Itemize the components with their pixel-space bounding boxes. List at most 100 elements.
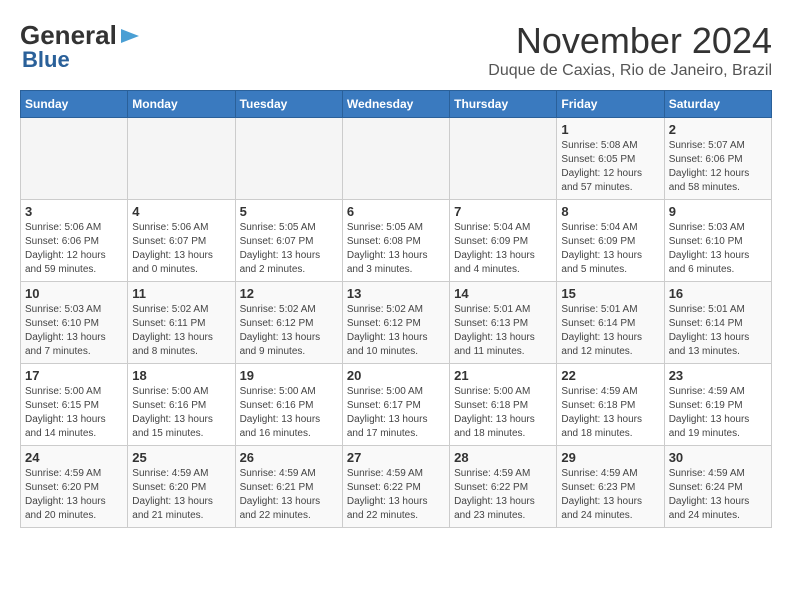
header-wednesday: Wednesday bbox=[342, 91, 449, 118]
day-info: Sunrise: 5:04 AM Sunset: 6:09 PM Dayligh… bbox=[454, 221, 552, 277]
day-info: Sunrise: 5:02 AM Sunset: 6:12 PM Dayligh… bbox=[240, 303, 338, 359]
day-number: 4 bbox=[132, 204, 230, 219]
day-number: 21 bbox=[454, 368, 552, 383]
table-row: 30 Sunrise: 4:59 AM Sunset: 6:24 PM Dayli… bbox=[664, 446, 771, 528]
logo-arrow-icon bbox=[119, 25, 141, 47]
day-number: 23 bbox=[669, 368, 767, 383]
title-section: November 2024 Duque de Caxias, Rio de Ja… bbox=[488, 20, 772, 80]
week-row: 1 Sunrise: 5:08 AM Sunset: 6:05 PM Daylig… bbox=[21, 118, 772, 200]
table-row: 21 Sunrise: 5:00 AM Sunset: 6:18 PM Dayli… bbox=[450, 364, 557, 446]
day-number: 10 bbox=[25, 286, 123, 301]
calendar-header: SundayMondayTuesdayWednesdayThursdayFrid… bbox=[21, 91, 772, 118]
day-info: Sunrise: 5:03 AM Sunset: 6:10 PM Dayligh… bbox=[669, 221, 767, 277]
day-number: 30 bbox=[669, 450, 767, 465]
logo: General Blue bbox=[20, 20, 141, 73]
table-row: 5 Sunrise: 5:05 AM Sunset: 6:07 PM Daylig… bbox=[235, 200, 342, 282]
day-number: 14 bbox=[454, 286, 552, 301]
header-sunday: Sunday bbox=[21, 91, 128, 118]
table-row: 11 Sunrise: 5:02 AM Sunset: 6:11 PM Dayli… bbox=[128, 282, 235, 364]
calendar-body: 1 Sunrise: 5:08 AM Sunset: 6:05 PM Daylig… bbox=[21, 118, 772, 528]
table-row: 25 Sunrise: 4:59 AM Sunset: 6:20 PM Dayli… bbox=[128, 446, 235, 528]
header-monday: Monday bbox=[128, 91, 235, 118]
day-info: Sunrise: 5:01 AM Sunset: 6:14 PM Dayligh… bbox=[669, 303, 767, 359]
day-number: 7 bbox=[454, 204, 552, 219]
table-row: 3 Sunrise: 5:06 AM Sunset: 6:06 PM Daylig… bbox=[21, 200, 128, 282]
day-info: Sunrise: 4:59 AM Sunset: 6:19 PM Dayligh… bbox=[669, 385, 767, 441]
table-row: 15Sunrise: 5:01 AM Sunset: 6:14 PM Dayli… bbox=[557, 282, 664, 364]
table-row: 13 Sunrise: 5:02 AM Sunset: 6:12 PM Dayli… bbox=[342, 282, 449, 364]
day-info: Sunrise: 5:06 AM Sunset: 6:07 PM Dayligh… bbox=[132, 221, 230, 277]
table-row: 29Sunrise: 4:59 AM Sunset: 6:23 PM Dayli… bbox=[557, 446, 664, 528]
day-number: 1 bbox=[561, 122, 659, 137]
day-number: 2 bbox=[669, 122, 767, 137]
day-number: 18 bbox=[132, 368, 230, 383]
day-number: 9 bbox=[669, 204, 767, 219]
header-saturday: Saturday bbox=[664, 91, 771, 118]
day-info: Sunrise: 4:59 AM Sunset: 6:22 PM Dayligh… bbox=[347, 467, 445, 523]
day-info: Sunrise: 5:05 AM Sunset: 6:08 PM Dayligh… bbox=[347, 221, 445, 277]
table-row: 4 Sunrise: 5:06 AM Sunset: 6:07 PM Daylig… bbox=[128, 200, 235, 282]
day-number: 13 bbox=[347, 286, 445, 301]
table-row: 22 Sunrise: 4:59 AM Sunset: 6:18 PM Dayli… bbox=[557, 364, 664, 446]
day-number: 20 bbox=[347, 368, 445, 383]
day-number: 5 bbox=[240, 204, 338, 219]
day-number: 26 bbox=[240, 450, 338, 465]
day-info: Sunrise: 5:02 AM Sunset: 6:11 PM Dayligh… bbox=[132, 303, 230, 359]
table-row bbox=[128, 118, 235, 200]
header-thursday: Thursday bbox=[450, 91, 557, 118]
header-tuesday: Tuesday bbox=[235, 91, 342, 118]
table-row bbox=[21, 118, 128, 200]
day-info: Sunrise: 5:08 AM Sunset: 6:05 PM Dayligh… bbox=[561, 139, 659, 195]
day-number: 19 bbox=[240, 368, 338, 383]
table-row: 18 Sunrise: 5:00 AM Sunset: 6:16 PM Dayli… bbox=[128, 364, 235, 446]
table-row: 7 Sunrise: 5:04 AM Sunset: 6:09 PM Daylig… bbox=[450, 200, 557, 282]
day-number: 16 bbox=[669, 286, 767, 301]
table-row: 28Sunrise: 4:59 AM Sunset: 6:22 PM Dayli… bbox=[450, 446, 557, 528]
day-info: Sunrise: 5:00 AM Sunset: 6:16 PM Dayligh… bbox=[132, 385, 230, 441]
table-row: 23 Sunrise: 4:59 AM Sunset: 6:19 PM Dayli… bbox=[664, 364, 771, 446]
day-info: Sunrise: 4:59 AM Sunset: 6:20 PM Dayligh… bbox=[132, 467, 230, 523]
day-info: Sunrise: 5:00 AM Sunset: 6:18 PM Dayligh… bbox=[454, 385, 552, 441]
day-info: Sunrise: 5:07 AM Sunset: 6:06 PM Dayligh… bbox=[669, 139, 767, 195]
table-row: 9 Sunrise: 5:03 AM Sunset: 6:10 PM Daylig… bbox=[664, 200, 771, 282]
day-number: 17 bbox=[25, 368, 123, 383]
page-header: General Blue November 2024 Duque de Caxi… bbox=[20, 20, 772, 80]
month-title: November 2024 bbox=[488, 20, 772, 62]
day-info: Sunrise: 5:02 AM Sunset: 6:12 PM Dayligh… bbox=[347, 303, 445, 359]
table-row: 8Sunrise: 5:04 AM Sunset: 6:09 PM Daylig… bbox=[557, 200, 664, 282]
table-row: 14 Sunrise: 5:01 AM Sunset: 6:13 PM Dayli… bbox=[450, 282, 557, 364]
week-row: 24 Sunrise: 4:59 AM Sunset: 6:20 PM Dayli… bbox=[21, 446, 772, 528]
day-number: 15 bbox=[561, 286, 659, 301]
day-number: 29 bbox=[561, 450, 659, 465]
table-row bbox=[342, 118, 449, 200]
table-row: 24Sunrise: 4:59 AM Sunset: 6:20 PM Dayli… bbox=[21, 446, 128, 528]
table-row: 1 Sunrise: 5:08 AM Sunset: 6:05 PM Daylig… bbox=[557, 118, 664, 200]
day-info: Sunrise: 5:00 AM Sunset: 6:15 PM Dayligh… bbox=[25, 385, 123, 441]
table-row: 6Sunrise: 5:05 AM Sunset: 6:08 PM Daylig… bbox=[342, 200, 449, 282]
day-info: Sunrise: 4:59 AM Sunset: 6:24 PM Dayligh… bbox=[669, 467, 767, 523]
day-info: Sunrise: 4:59 AM Sunset: 6:22 PM Dayligh… bbox=[454, 467, 552, 523]
day-info: Sunrise: 5:03 AM Sunset: 6:10 PM Dayligh… bbox=[25, 303, 123, 359]
table-row bbox=[450, 118, 557, 200]
day-number: 25 bbox=[132, 450, 230, 465]
table-row: 27 Sunrise: 4:59 AM Sunset: 6:22 PM Dayli… bbox=[342, 446, 449, 528]
day-number: 3 bbox=[25, 204, 123, 219]
day-number: 12 bbox=[240, 286, 338, 301]
week-row: 10 Sunrise: 5:03 AM Sunset: 6:10 PM Dayli… bbox=[21, 282, 772, 364]
week-row: 3 Sunrise: 5:06 AM Sunset: 6:06 PM Daylig… bbox=[21, 200, 772, 282]
header-row: SundayMondayTuesdayWednesdayThursdayFrid… bbox=[21, 91, 772, 118]
table-row: 26Sunrise: 4:59 AM Sunset: 6:21 PM Dayli… bbox=[235, 446, 342, 528]
day-number: 27 bbox=[347, 450, 445, 465]
day-info: Sunrise: 5:01 AM Sunset: 6:13 PM Dayligh… bbox=[454, 303, 552, 359]
table-row: 2 Sunrise: 5:07 AM Sunset: 6:06 PM Daylig… bbox=[664, 118, 771, 200]
day-info: Sunrise: 5:06 AM Sunset: 6:06 PM Dayligh… bbox=[25, 221, 123, 277]
table-row: 17 Sunrise: 5:00 AM Sunset: 6:15 PM Dayli… bbox=[21, 364, 128, 446]
day-number: 24 bbox=[25, 450, 123, 465]
day-number: 8 bbox=[561, 204, 659, 219]
logo-blue: Blue bbox=[22, 47, 70, 72]
table-row: 10 Sunrise: 5:03 AM Sunset: 6:10 PM Dayli… bbox=[21, 282, 128, 364]
day-number: 22 bbox=[561, 368, 659, 383]
day-number: 11 bbox=[132, 286, 230, 301]
day-info: Sunrise: 4:59 AM Sunset: 6:18 PM Dayligh… bbox=[561, 385, 659, 441]
day-info: Sunrise: 5:05 AM Sunset: 6:07 PM Dayligh… bbox=[240, 221, 338, 277]
